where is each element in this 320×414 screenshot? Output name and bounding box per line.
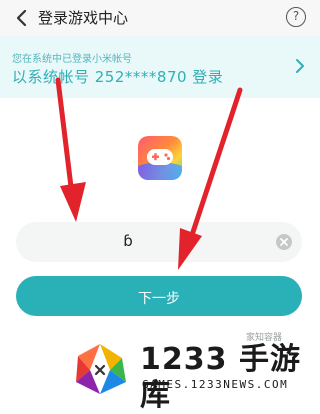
chevron-right-icon[interactable]: [292, 56, 308, 76]
next-button-label[interactable]: 下一步: [16, 288, 302, 308]
account-input[interactable]: [16, 222, 302, 262]
clear-icon[interactable]: [276, 234, 292, 250]
banner-subtitle: 您在系统中已登录小米帐号: [12, 54, 132, 65]
back-button[interactable]: [10, 6, 34, 30]
page-title: 登录游戏中心: [38, 9, 129, 27]
help-icon[interactable]: ?: [286, 7, 306, 27]
game-center-app-icon: [138, 136, 182, 180]
watermark-subtitle: GAMES.1233NEWS.COM: [142, 378, 289, 391]
back-arrow-icon: [16, 9, 27, 27]
account-input-value[interactable]: ɓ: [108, 232, 148, 250]
watermark-logo-icon: [70, 342, 130, 396]
banner-login-text[interactable]: 以系统帐号 252****870 登录: [12, 66, 223, 87]
arrow-left: [55, 77, 86, 222]
